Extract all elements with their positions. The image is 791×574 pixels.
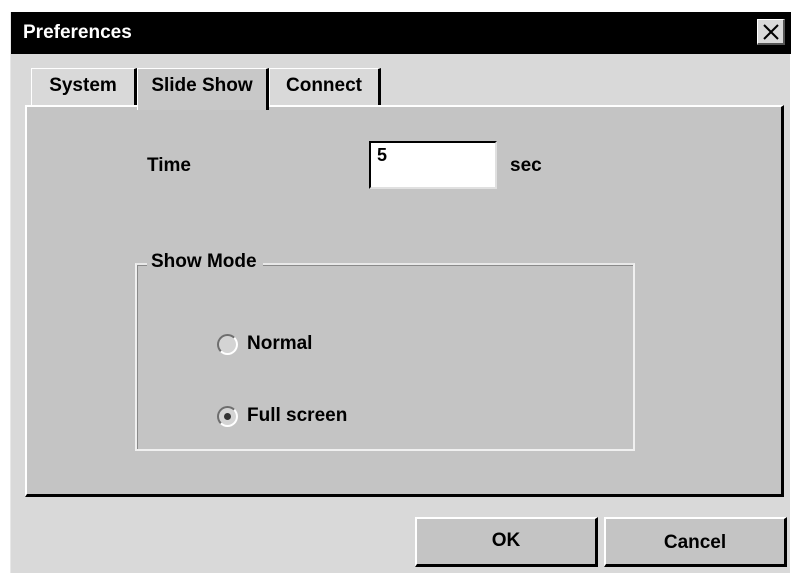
radio-full-screen[interactable]: Full screen (217, 405, 347, 427)
radio-full-screen-label: Full screen (247, 405, 348, 426)
show-mode-group: Show Mode Normal Full screen (135, 251, 635, 451)
radio-full-screen-indicator[interactable] (217, 405, 238, 427)
radio-normal-indicator[interactable] (217, 333, 238, 355)
tab-slide-show-label: Slide Show (151, 75, 253, 96)
time-label: Time (147, 155, 192, 176)
preferences-dialog: Preferences System Slide Show Connect Ti… (10, 12, 791, 573)
time-input[interactable]: 5 (369, 141, 497, 189)
tab-system[interactable]: System (31, 68, 137, 110)
title-bar: Preferences (11, 12, 791, 54)
radio-normal-label: Normal (247, 333, 313, 354)
close-button[interactable] (757, 19, 785, 45)
radio-selected-dot (224, 412, 231, 420)
slide-show-panel: Time 5 sec Show Mode Normal Full screen (25, 105, 784, 497)
tab-connect-label: Connect (286, 75, 362, 96)
tab-slide-show[interactable]: Slide Show (137, 68, 269, 110)
radio-normal[interactable]: Normal (217, 333, 312, 355)
close-x-icon (763, 24, 779, 40)
cancel-button[interactable]: Cancel (604, 517, 787, 567)
tab-system-label: System (49, 75, 117, 96)
tab-connect[interactable]: Connect (269, 68, 381, 110)
time-unit-label: sec (510, 155, 542, 176)
show-mode-legend: Show Mode (147, 251, 263, 273)
ok-button[interactable]: OK (415, 517, 598, 567)
dialog-title: Preferences (23, 22, 132, 43)
